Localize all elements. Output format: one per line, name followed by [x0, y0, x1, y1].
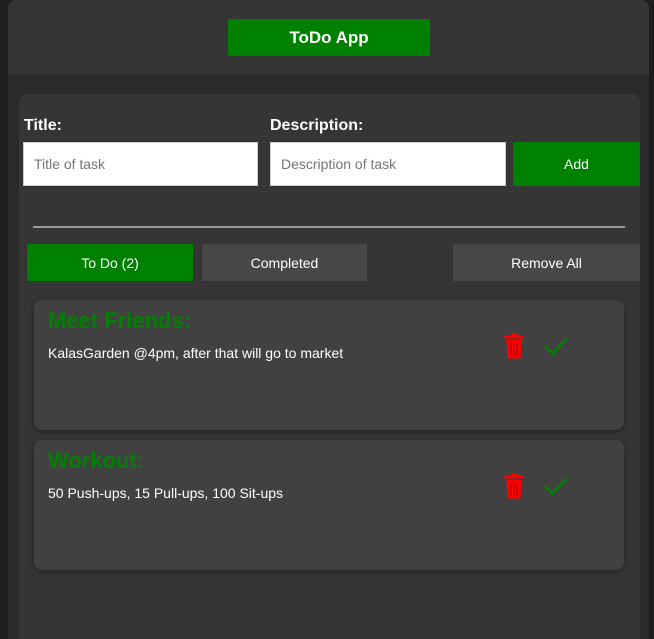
trash-icon[interactable] [501, 333, 527, 359]
task-card: Meet Friends: KalasGarden @4pm, after th… [34, 300, 624, 430]
header: ToDo App [8, 0, 649, 75]
title-input[interactable] [23, 142, 258, 186]
task-title: Workout: [48, 448, 145, 473]
task-card: Workout: 50 Push-ups, 15 Pull-ups, 100 S… [34, 440, 624, 570]
description-input[interactable] [270, 142, 506, 186]
remove-all-button[interactable]: Remove All [453, 244, 640, 281]
tab-todo[interactable]: To Do (2) [27, 244, 193, 281]
app-title: ToDo App [228, 19, 430, 56]
task-description: KalasGarden @4pm, after that will go to … [48, 345, 344, 361]
description-label: Description: [270, 117, 364, 134]
main-panel: Title: Description: Add To Do (2) Comple… [19, 94, 640, 639]
todo-app: ToDo App Title: Description: Add To Do (… [8, 0, 649, 639]
tab-completed[interactable]: Completed [202, 244, 367, 281]
task-description: 50 Push-ups, 15 Pull-ups, 100 Sit-ups [48, 485, 284, 501]
trash-icon[interactable] [501, 473, 527, 499]
check-icon[interactable] [543, 333, 569, 359]
add-button[interactable]: Add [513, 142, 640, 186]
check-icon[interactable] [543, 473, 569, 499]
task-title: Meet Friends: [48, 308, 192, 333]
divider [33, 226, 625, 228]
title-label: Title: [24, 117, 62, 134]
